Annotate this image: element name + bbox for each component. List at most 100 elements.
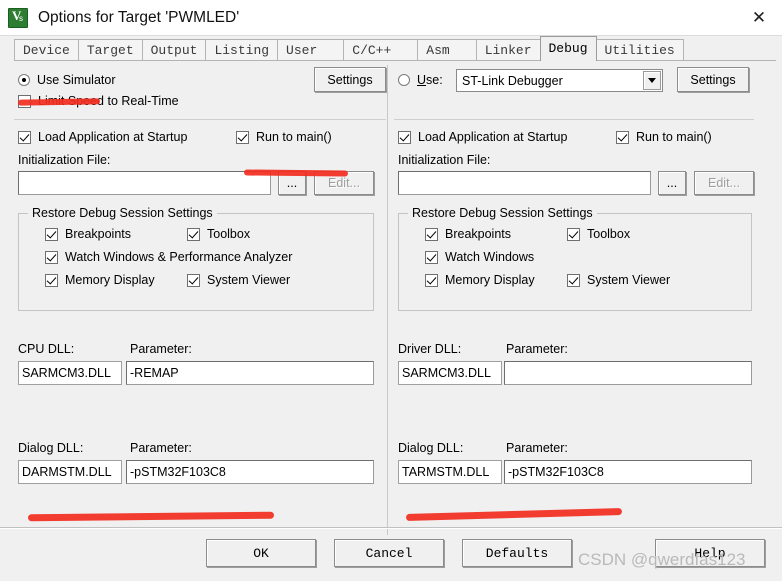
watermark: CSDN @qwerdfas123 <box>578 550 746 569</box>
dialog-dll-label-left: Dialog DLL: <box>18 441 84 455</box>
tab-utilities[interactable]: Utilities <box>595 39 684 61</box>
keil-uvision-icon <box>8 7 28 28</box>
breakpoints-checkbox-left[interactable] <box>45 227 58 241</box>
initialization-file-label-right: Initialization File: <box>398 153 491 167</box>
dialog-parameter-input-left[interactable]: -pSTM32F103C8 <box>126 460 374 484</box>
driver-parameter-input[interactable] <box>504 361 752 385</box>
load-app-row-right[interactable]: Load Application at Startup <box>398 130 567 144</box>
driver-dll-input[interactable]: SARMCM3.DLL <box>398 361 502 385</box>
tab-baseline <box>14 60 776 61</box>
restore-toolbox-row-left[interactable]: Toolbox <box>187 227 250 241</box>
load-application-label-left: Load Application at Startup <box>38 130 188 144</box>
dialog-dll-input-right[interactable]: TARMSTM.DLL <box>398 460 502 484</box>
load-application-checkbox-left[interactable] <box>18 130 31 144</box>
debugger-settings-button[interactable]: Settings <box>677 67 749 92</box>
cpu-parameter-label: Parameter: <box>130 342 192 356</box>
dialog-dll-label-right: Dialog DLL: <box>398 441 464 455</box>
use-debugger-label: Use: <box>417 73 443 87</box>
restore-memory-display-row-left[interactable]: Memory Display <box>45 273 155 287</box>
close-icon[interactable]: ✕ <box>736 0 782 35</box>
restore-debug-session-group-left: Restore Debug Session Settings Breakpoin… <box>18 206 374 311</box>
restore-system-viewer-row-right[interactable]: System Viewer <box>567 273 670 287</box>
tab-linker[interactable]: Linker <box>475 39 541 61</box>
initialization-file-edit-button-right[interactable]: Edit... <box>694 171 754 195</box>
restore-memory-display-row-right[interactable]: Memory Display <box>425 273 535 287</box>
dialog-parameter-label-right: Parameter: <box>506 441 568 455</box>
restore-toolbox-row-right[interactable]: Toolbox <box>567 227 630 241</box>
restore-breakpoints-row-right[interactable]: Breakpoints <box>425 227 511 241</box>
toolbox-checkbox-right[interactable] <box>567 227 580 241</box>
debugger-select-value: ST-Link Debugger <box>462 73 563 88</box>
use-simulator-row[interactable]: Use Simulator <box>18 73 116 87</box>
pane-divider <box>387 65 388 535</box>
memory-display-label-left: Memory Display <box>65 273 155 287</box>
watch-windows-checkbox-right[interactable] <box>425 250 438 264</box>
tab-strip: Device Target Output Listing User C/C++ … <box>0 36 782 61</box>
tab-device[interactable]: Device <box>14 39 79 61</box>
dialog-parameter-input-right[interactable]: -pSTM32F103C8 <box>504 460 752 484</box>
watch-windows-label-left: Watch Windows & Performance Analyzer <box>65 250 293 264</box>
restore-system-viewer-row-left[interactable]: System Viewer <box>187 273 290 287</box>
load-application-checkbox-right[interactable] <box>398 130 411 144</box>
breakpoints-checkbox-right[interactable] <box>425 227 438 241</box>
restore-debug-session-title-left: Restore Debug Session Settings <box>28 206 217 220</box>
run-to-main-label-left: Run to main() <box>256 130 332 144</box>
tab-user[interactable]: User <box>277 39 345 61</box>
system-viewer-checkbox-right[interactable] <box>567 273 580 287</box>
memory-display-label-right: Memory Display <box>445 273 535 287</box>
initialization-file-browse-button-right[interactable]: ... <box>658 171 686 195</box>
initialization-file-input-left[interactable] <box>18 171 271 195</box>
window-title: Options for Target 'PWMLED' <box>38 8 240 26</box>
system-viewer-label-left: System Viewer <box>207 273 291 287</box>
toolbox-label-left: Toolbox <box>207 227 251 241</box>
tab-debug[interactable]: Debug <box>539 36 597 61</box>
tab-target[interactable]: Target <box>77 39 143 61</box>
dialog-parameter-label-left: Parameter: <box>130 441 192 455</box>
restore-breakpoints-row-left[interactable]: Breakpoints <box>45 227 131 241</box>
watch-windows-label-right: Watch Windows <box>445 250 535 264</box>
dialog-dll-input-left[interactable]: DARMSTM.DLL <box>18 460 122 484</box>
tab-output[interactable]: Output <box>141 39 207 61</box>
cpu-parameter-input[interactable]: -REMAP <box>126 361 374 385</box>
initialization-file-input-right[interactable] <box>398 171 651 195</box>
defaults-button[interactable]: Defaults <box>462 539 572 567</box>
restore-debug-session-title-right: Restore Debug Session Settings <box>408 206 597 220</box>
system-viewer-checkbox-left[interactable] <box>187 273 200 287</box>
run-to-main-row-right[interactable]: Run to main() <box>616 130 712 144</box>
restore-watch-windows-row-right[interactable]: Watch Windows <box>425 250 534 264</box>
load-application-label-right: Load Application at Startup <box>418 130 568 144</box>
run-to-main-checkbox-left[interactable] <box>236 130 249 144</box>
breakpoints-label-right: Breakpoints <box>445 227 512 241</box>
memory-display-checkbox-left[interactable] <box>45 273 58 287</box>
restore-watch-windows-row-left[interactable]: Watch Windows & Performance Analyzer <box>45 250 292 264</box>
options-for-target-dialog: Options for Target 'PWMLED' ✕ Device Tar… <box>0 0 782 581</box>
simulator-settings-button[interactable]: Settings <box>314 67 386 92</box>
cpu-dll-label: CPU DLL: <box>18 342 75 356</box>
run-to-main-checkbox-right[interactable] <box>616 130 629 144</box>
restore-debug-session-group-right: Restore Debug Session Settings Breakpoin… <box>398 206 752 311</box>
tab-asm[interactable]: Asm <box>417 39 477 61</box>
simulator-separator <box>14 119 386 120</box>
run-to-main-row-left[interactable]: Run to main() <box>236 130 332 144</box>
tab-c-cpp[interactable]: C/C++ <box>343 39 419 61</box>
use-simulator-radio[interactable] <box>18 74 30 86</box>
driver-parameter-label: Parameter: <box>506 342 568 356</box>
cpu-dll-input[interactable]: SARMCM3.DLL <box>18 361 122 385</box>
use-debugger-radio[interactable] <box>398 74 410 86</box>
debugger-separator <box>394 119 754 120</box>
system-viewer-label-right: System Viewer <box>587 273 671 287</box>
title-bar: Options for Target 'PWMLED' ✕ <box>0 0 782 36</box>
toolbox-checkbox-left[interactable] <box>187 227 200 241</box>
chevron-down-icon[interactable] <box>643 71 661 90</box>
debug-tab-content: Use Simulator Settings Limit Speed to Re… <box>0 61 782 535</box>
tab-listing[interactable]: Listing <box>205 39 279 61</box>
driver-dll-label: Driver DLL: <box>398 342 462 356</box>
debugger-select[interactable]: ST-Link Debugger <box>456 69 663 92</box>
toolbox-label-right: Toolbox <box>587 227 631 241</box>
load-app-row-left[interactable]: Load Application at Startup <box>18 130 187 144</box>
ok-button[interactable]: OK <box>206 539 316 567</box>
watch-windows-checkbox-left[interactable] <box>45 250 58 264</box>
memory-display-checkbox-right[interactable] <box>425 273 438 287</box>
use-debugger-row[interactable]: Use: <box>398 73 443 87</box>
cancel-button[interactable]: Cancel <box>334 539 444 567</box>
